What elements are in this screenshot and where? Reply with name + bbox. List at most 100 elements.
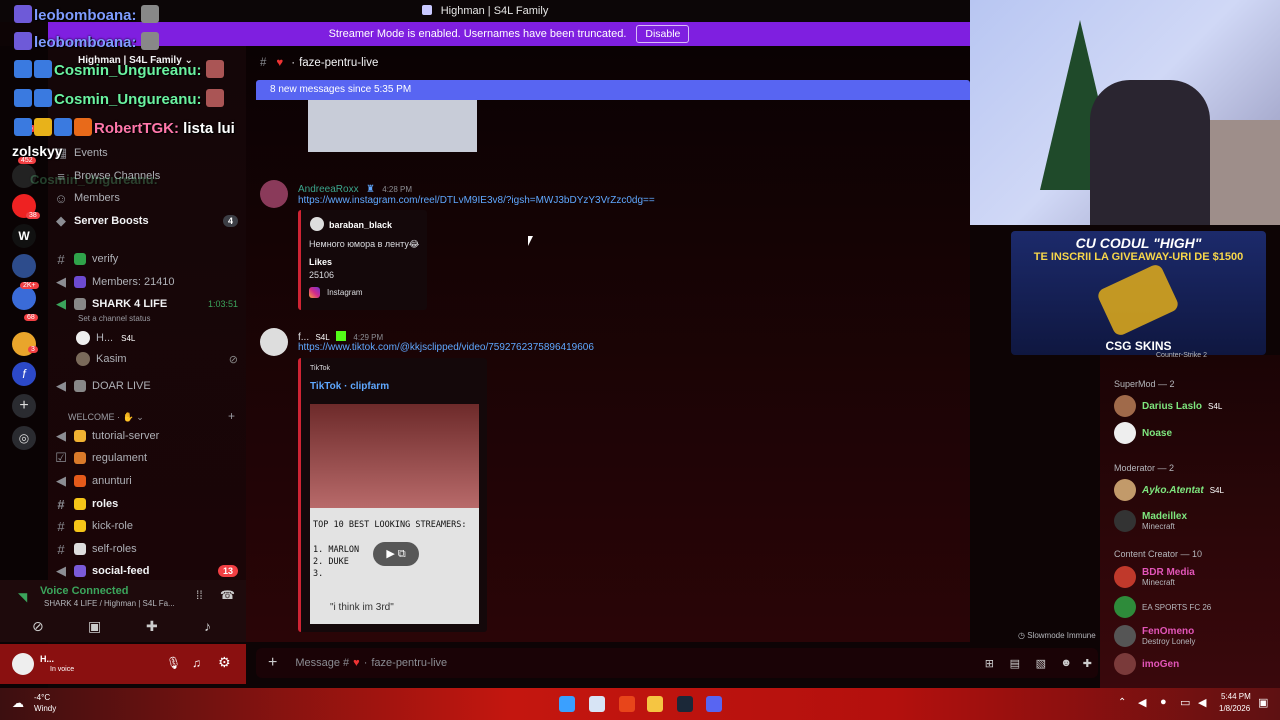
- chevron-up-icon[interactable]: ⌃: [1118, 697, 1126, 708]
- video-thumbnail[interactable]: TOP 10 BEST LOOKING STREAMERS: 1. MARLON…: [310, 404, 479, 624]
- voice-channel-shark-4-life[interactable]: ◀ SHARK 4 LIFE 1:03:51: [48, 293, 246, 315]
- windows-start-icon[interactable]: [559, 696, 575, 712]
- microphone-icon[interactable]: 🎙: [166, 656, 181, 670]
- settings-gear-icon[interactable]: ⚙: [218, 654, 231, 671]
- message-composer[interactable]: + Message # ♥ · faze-pentru-live ⊞ ▤ ▧ ☻…: [256, 648, 1098, 678]
- member-item[interactable]: imoGen: [1114, 652, 1179, 676]
- person-emoji-icon: [74, 276, 86, 288]
- disconnect-icon[interactable]: ☎: [220, 588, 235, 602]
- play-button[interactable]: ▶ ⧉: [373, 542, 419, 566]
- member-item[interactable]: FenOmeno Destroy Lonely: [1114, 624, 1195, 648]
- channel-status[interactable]: Set a channel status: [78, 314, 151, 323]
- weather-temp[interactable]: -4°C: [34, 693, 50, 702]
- emoji-picker-icon[interactable]: ☻: [1060, 657, 1072, 669]
- channel-verify[interactable]: # verify: [48, 248, 246, 270]
- notifications-icon[interactable]: ▣: [1258, 696, 1268, 709]
- channel-roles[interactable]: # roles: [48, 493, 246, 515]
- server-icon[interactable]: [12, 254, 36, 278]
- category-welcome[interactable]: WELCOME · ✋ ⌄: [68, 412, 144, 423]
- apps-icon[interactable]: ✚: [1083, 657, 1092, 670]
- camera-off-icon[interactable]: ⊘: [32, 618, 44, 635]
- disable-streamer-mode-button[interactable]: Disable: [636, 25, 690, 43]
- screen-share-icon[interactable]: ▣: [88, 618, 101, 635]
- soundboard-icon[interactable]: ♪: [204, 618, 211, 634]
- previous-embed-image[interactable]: [308, 100, 477, 152]
- member-item[interactable]: Noase: [1114, 421, 1172, 445]
- stream-chat-line: zolskyy: [12, 143, 63, 159]
- message-author[interactable]: AndreeaRoxx: [298, 184, 359, 195]
- headphones-icon[interactable]: ♫: [192, 656, 201, 670]
- member-item[interactable]: EA SPORTS FC 26: [1114, 595, 1211, 619]
- gif-icon[interactable]: ▤: [1010, 657, 1020, 670]
- mouse-cursor: [528, 236, 538, 246]
- embed-title[interactable]: TikTok · clipfarm: [310, 381, 389, 392]
- discover-icon[interactable]: ◎: [12, 426, 36, 450]
- message-link[interactable]: https://www.tiktok.com/@kkjsclipped/vide…: [298, 342, 594, 353]
- channel-regulament[interactable]: ☑ regulament: [48, 447, 246, 469]
- clock-time[interactable]: 5:44 PM: [1221, 692, 1251, 701]
- member-item[interactable]: Darius Laslo S4L: [1114, 394, 1222, 418]
- network-icon[interactable]: ▭: [1180, 696, 1190, 709]
- member-activity: Counter-Strike 2: [1156, 352, 1207, 359]
- channel-tutorial-server[interactable]: ◀ tutorial-server: [48, 425, 246, 447]
- clock-date[interactable]: 1/8/2026: [1219, 704, 1250, 713]
- member-item[interactable]: BDR Media Minecraft: [1114, 565, 1195, 589]
- gift-icon[interactable]: ⊞: [985, 657, 994, 670]
- message-header: AndreeaRoxx ♜ 4:28 PM: [298, 181, 412, 195]
- separator: ·: [291, 57, 296, 69]
- sidebar-item-members[interactable]: ☺ Members: [48, 187, 246, 209]
- voice-user[interactable]: Kasim ⊘: [76, 348, 246, 370]
- task-view-icon[interactable]: [589, 696, 605, 712]
- microphone-icon[interactable]: ●: [1160, 696, 1167, 708]
- brave-browser-icon[interactable]: [619, 696, 635, 712]
- new-messages-bar[interactable]: 8 new messages since 5:35 PM: [256, 80, 970, 100]
- noise-suppression-icon[interactable]: ⁞⁞: [196, 588, 203, 602]
- video-overlay-list-item: 3.: [313, 569, 324, 579]
- voice-status[interactable]: Voice Connected: [40, 585, 128, 597]
- avatar: [1114, 422, 1136, 444]
- voice-timer: 1:03:51: [207, 299, 238, 309]
- channel-kick-role[interactable]: # kick-role: [48, 515, 246, 537]
- avatar[interactable]: [260, 328, 288, 356]
- windows-taskbar: ☁ -4°C Windy ⌃ ◀ ● ▭ ◀ 5:44 PM 1/8/2026 …: [0, 688, 1280, 720]
- sidebar-item-events[interactable]: ▦ Events: [48, 142, 246, 164]
- avatar: [310, 217, 324, 231]
- member-item[interactable]: Madeillex Minecraft: [1114, 509, 1187, 533]
- member-list: Counter-Strike 2 SuperMod — 2 Darius Las…: [1100, 352, 1280, 690]
- steam-icon[interactable]: [677, 696, 693, 712]
- speaker-icon[interactable]: ◀: [1138, 696, 1146, 709]
- message-link[interactable]: https://www.instagram.com/reel/DTLvM9IE3…: [298, 195, 655, 206]
- weather-desc[interactable]: Windy: [34, 704, 56, 713]
- embed-field-value: 25106: [309, 270, 335, 280]
- server-icon-w[interactable]: W: [12, 224, 36, 248]
- channel-members-count[interactable]: ◀ Members: 21410: [48, 271, 246, 293]
- member-item[interactable]: Ayko.Atentat S4L: [1114, 478, 1224, 502]
- sticker-icon[interactable]: ▧: [1036, 657, 1046, 670]
- avatar[interactable]: [12, 653, 34, 675]
- add-server-icon[interactable]: +: [12, 394, 36, 418]
- channel-self-roles[interactable]: # self-roles: [48, 538, 246, 560]
- discord-icon[interactable]: [706, 696, 722, 712]
- hash-icon: #: [57, 251, 65, 267]
- rail-badge: 2K+: [20, 282, 39, 289]
- file-explorer-icon[interactable]: [647, 696, 663, 712]
- server-icon[interactable]: [12, 286, 36, 310]
- volume-icon[interactable]: ◀: [1198, 696, 1206, 709]
- avatar[interactable]: [260, 180, 288, 208]
- channel-social-feed[interactable]: ◀ social-feed 13: [48, 560, 246, 582]
- announcement-icon: ◀: [56, 563, 66, 578]
- sidebar-item-server-boosts[interactable]: ◆ Server Boosts 4: [48, 210, 246, 232]
- role-heading: SuperMod — 2: [1114, 379, 1175, 389]
- sidebar-item-label: Members: [74, 192, 120, 204]
- voice-location[interactable]: SHARK 4 LIFE / Highman | S4L Fa...: [44, 599, 175, 608]
- embed-author[interactable]: baraban_black: [329, 220, 392, 230]
- server-icon-f[interactable]: f: [12, 362, 36, 386]
- voice-user[interactable]: H... S4L: [76, 327, 246, 349]
- activities-icon[interactable]: ✚: [146, 618, 158, 635]
- member-name: imoGen: [1142, 658, 1180, 670]
- weather-icon[interactable]: ☁: [12, 696, 24, 710]
- add-attachment-icon[interactable]: +: [268, 654, 277, 672]
- add-channel-icon[interactable]: +: [228, 409, 235, 423]
- channel-anunturi[interactable]: ◀ anunturi: [48, 470, 246, 492]
- voice-channel-doar-live[interactable]: ◀ DOAR LIVE: [48, 375, 246, 397]
